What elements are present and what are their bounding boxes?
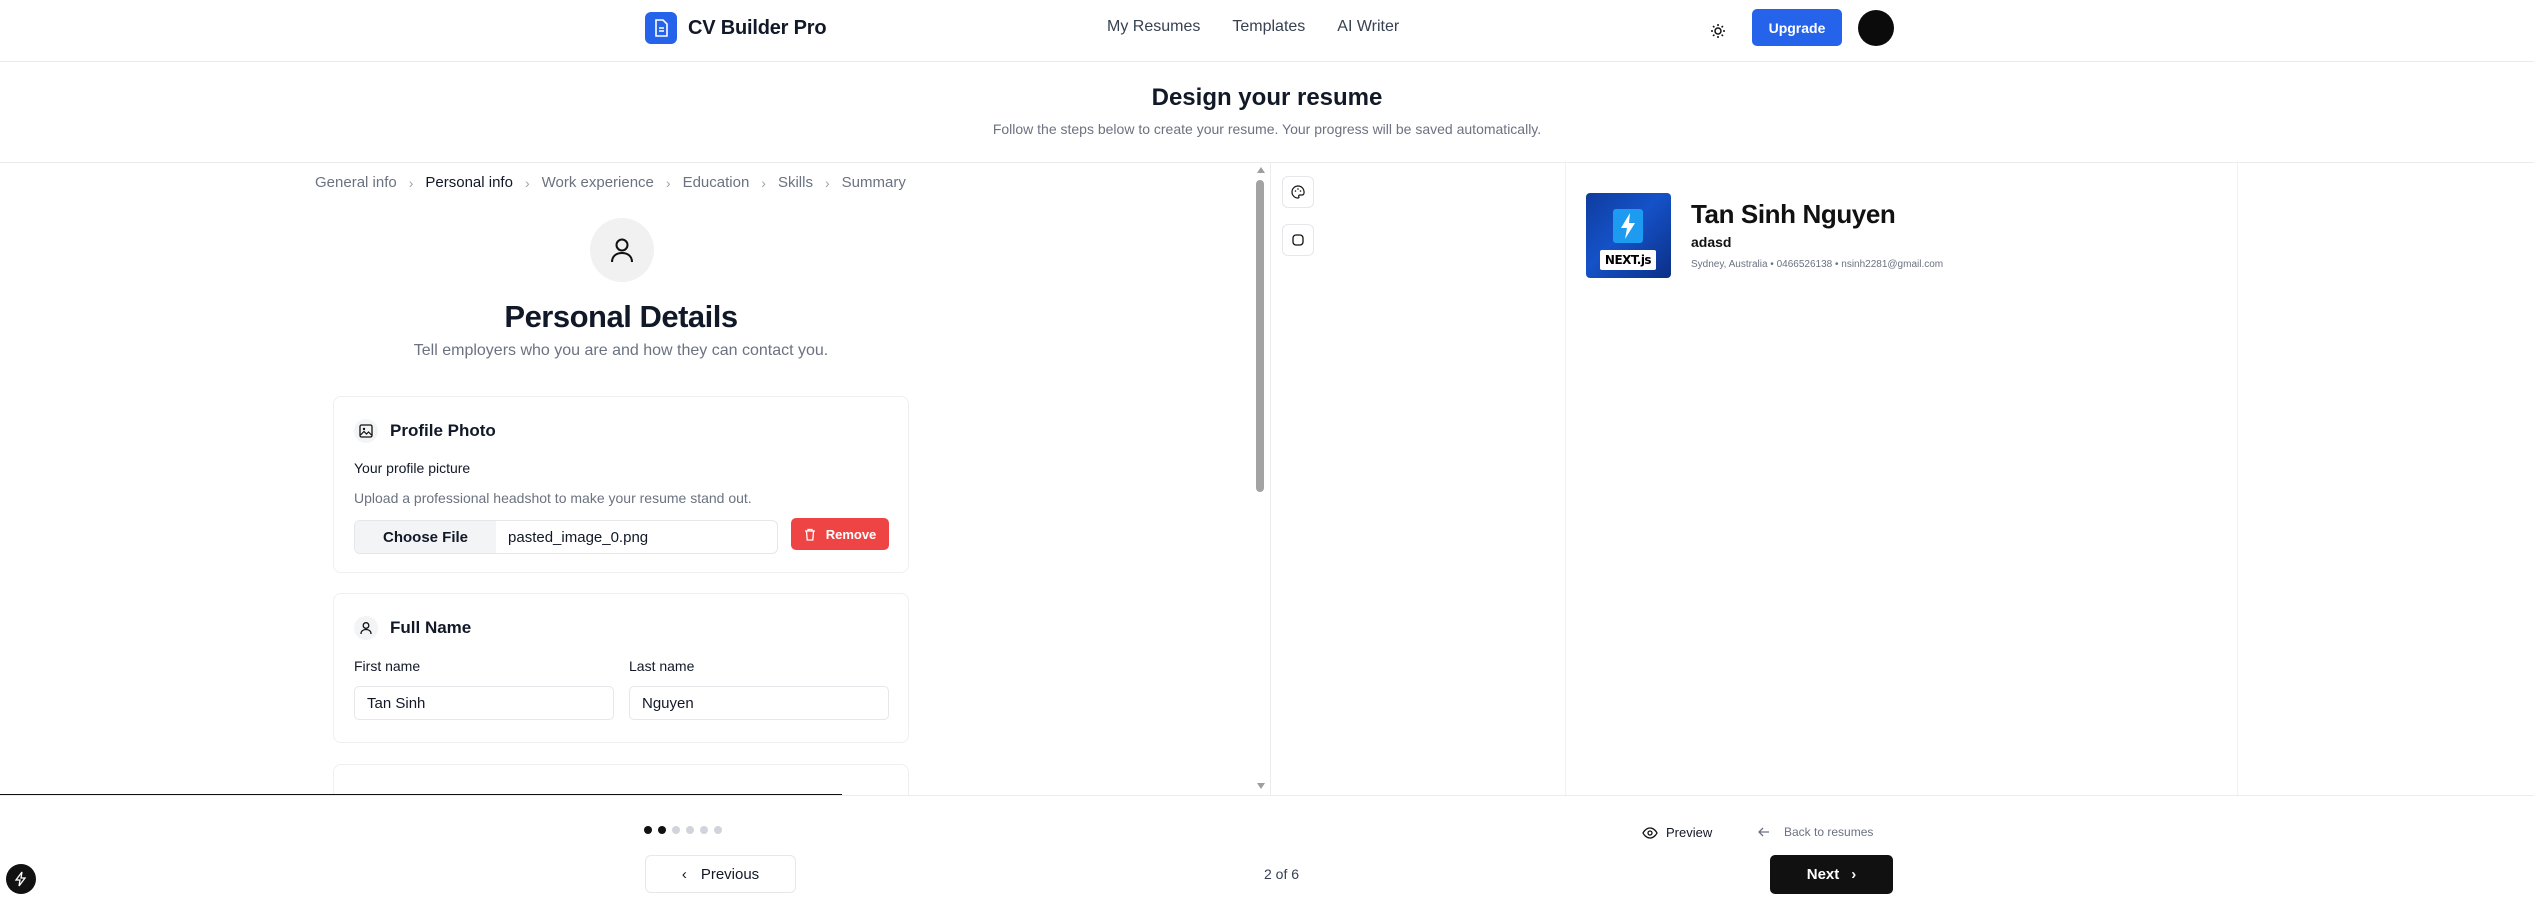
photo-badge: NEXT.js — [1600, 250, 1656, 270]
first-name-input[interactable]: Tan Sinh — [354, 686, 614, 720]
file-input[interactable]: Choose File pasted_image_0.png — [354, 520, 778, 554]
nav-templates[interactable]: Templates — [1232, 18, 1305, 36]
chevron-right-icon: › — [824, 174, 830, 191]
step-dot — [644, 826, 652, 834]
card-title: Profile Photo — [390, 421, 496, 440]
last-name-input[interactable]: Nguyen — [629, 686, 889, 720]
step-general-info[interactable]: General info — [315, 174, 397, 191]
previous-button[interactable]: ‹ Previous — [645, 855, 796, 893]
remove-label: Remove — [825, 526, 877, 542]
palette-button[interactable] — [1282, 176, 1314, 208]
section-subtitle: Tell employers who you are and how they … — [413, 342, 829, 359]
arrow-left-icon — [1758, 827, 1769, 837]
next-label: Next — [1806, 866, 1840, 883]
trash-icon — [804, 528, 815, 541]
next-section-card — [333, 764, 909, 795]
chevron-right-icon: › — [408, 174, 414, 191]
step-dot — [672, 826, 680, 834]
step-breadcrumb: General info › Personal info › Work expe… — [315, 174, 906, 191]
step-dot — [714, 826, 722, 834]
upgrade-button[interactable]: Upgrade — [1752, 9, 1842, 46]
resume-contact: Sydney, Australia • 0466526138 • nsinh22… — [1691, 259, 1944, 270]
border-style-button[interactable] — [1282, 224, 1314, 256]
step-dot — [700, 826, 708, 834]
scroll-up-arrow[interactable] — [1257, 167, 1265, 173]
square-icon — [1292, 234, 1304, 246]
step-work-experience[interactable]: Work experience — [542, 174, 654, 191]
resume-photo: NEXT.js — [1586, 193, 1671, 278]
step-summary[interactable]: Summary — [842, 174, 906, 191]
remove-photo-button[interactable]: Remove — [791, 518, 889, 550]
next-button[interactable]: Next › — [1770, 855, 1893, 894]
lightning-icon — [1613, 209, 1643, 243]
scrollbar-thumb[interactable] — [1256, 180, 1264, 492]
file-name: pasted_image_0.png — [508, 528, 649, 546]
eye-icon — [1642, 826, 1658, 839]
editor-pane: General info › Personal info › Work expe… — [0, 163, 1262, 795]
chevron-left-icon: ‹ — [681, 865, 687, 883]
user-avatar[interactable] — [1858, 10, 1894, 46]
resume-name: Tan Sinh Nguyen — [1691, 199, 1896, 229]
chevron-right-icon: › — [761, 174, 766, 191]
chevron-right-icon: › — [524, 174, 530, 191]
resume-role: adasd — [1691, 234, 1732, 250]
preview-toolbar — [1282, 176, 1314, 256]
step-dot — [686, 826, 694, 834]
card-header: Full Name — [354, 616, 471, 640]
brand[interactable]: CV Builder Pro — [645, 12, 827, 44]
theme-toggle-button[interactable] — [1703, 16, 1733, 46]
user-icon — [354, 616, 378, 640]
photo-hint: Upload a professional headshot to make y… — [354, 490, 752, 506]
nav-my-resumes[interactable]: My Resumes — [1107, 18, 1200, 36]
step-personal-info[interactable]: Personal info — [425, 174, 513, 191]
brand-name: CV Builder Pro — [688, 16, 827, 39]
preview-button[interactable]: Preview — [1642, 825, 1712, 840]
back-label: Back to resumes — [1784, 825, 1874, 839]
choose-file-button[interactable]: Choose File — [355, 521, 497, 553]
full-name-card: Full Name First name Tan Sinh Last name … — [333, 593, 909, 743]
back-to-resumes-link[interactable]: Back to resumes — [1758, 825, 1873, 839]
previous-label: Previous — [700, 865, 760, 883]
step-skills[interactable]: Skills — [778, 174, 813, 191]
palette-icon — [1291, 185, 1305, 199]
sun-icon — [1711, 24, 1725, 38]
scroll-down-arrow[interactable] — [1257, 783, 1265, 789]
step-dot — [658, 826, 666, 834]
section-title: Personal Details — [504, 299, 738, 334]
profile-photo-card: Profile Photo Your profile picture Uploa… — [333, 396, 909, 573]
chevron-right-icon: › — [1851, 866, 1857, 883]
top-navbar: CV Builder Pro My Resumes Templates AI W… — [0, 0, 2534, 62]
step-education[interactable]: Education — [683, 174, 750, 191]
chevron-right-icon: › — [665, 174, 671, 191]
page-subtitle: Follow the steps below to create your re… — [992, 121, 1542, 137]
main-nav: My Resumes Templates AI Writer — [1107, 18, 1399, 36]
document-icon — [645, 12, 677, 44]
image-icon — [354, 419, 378, 443]
photo-label: Your profile picture — [354, 460, 471, 476]
lightning-icon[interactable] — [6, 864, 36, 894]
user-icon — [590, 218, 654, 282]
card-header: Profile Photo — [354, 419, 496, 443]
divider — [0, 795, 2534, 796]
divider — [1270, 163, 1271, 795]
page-title: Design your resume — [1151, 84, 1383, 111]
resume-preview: NEXT.js Tan Sinh Nguyen adasd Sydney, Au… — [1565, 163, 2238, 795]
first-name-label: First name — [354, 658, 421, 674]
nav-ai-writer[interactable]: AI Writer — [1337, 18, 1399, 36]
page-count: 2 of 6 — [1264, 866, 1300, 882]
step-dots — [644, 826, 722, 834]
last-name-label: Last name — [629, 658, 695, 674]
preview-label: Preview — [1666, 825, 1713, 840]
card-title: Full Name — [390, 618, 472, 637]
